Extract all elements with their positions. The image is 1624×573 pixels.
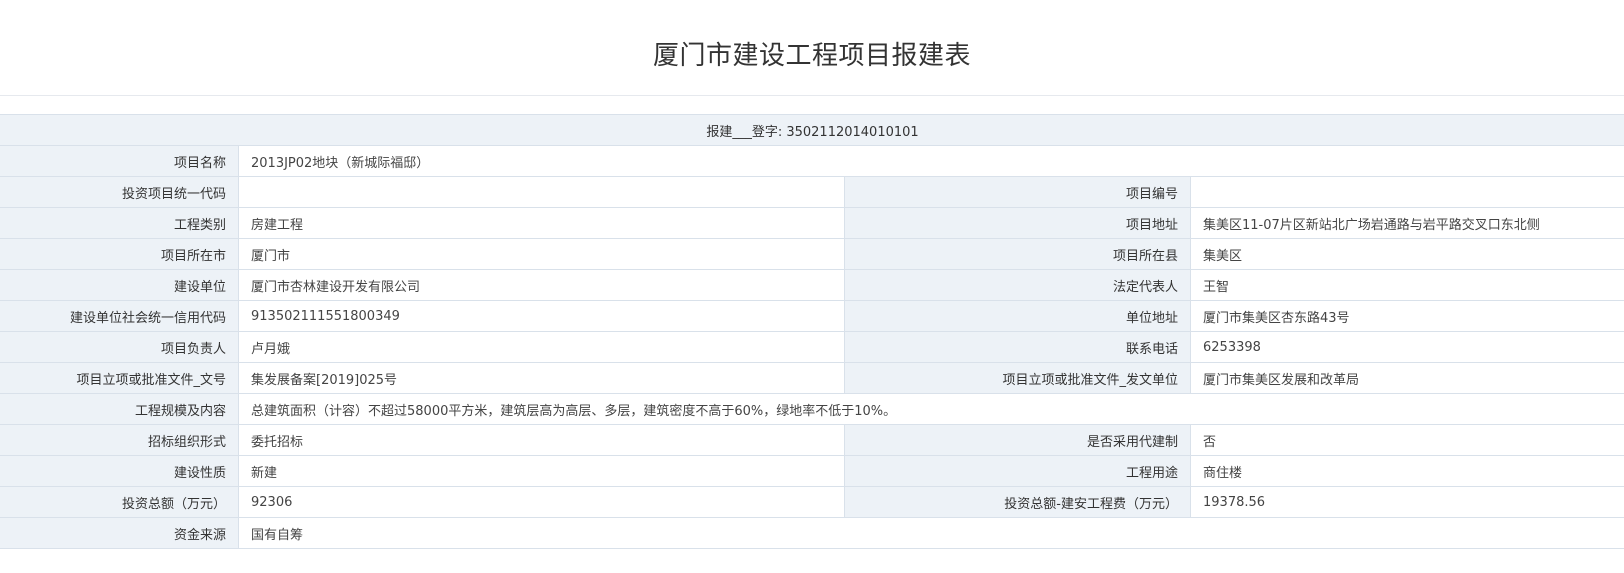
table-row: 投资总额（万元） 92306 投资总额-建安工程费（万元） 19378.56: [0, 486, 1624, 518]
field-value: 19378.56: [1190, 486, 1624, 518]
field-label: 工程类别: [0, 207, 239, 239]
field-label: 招标组织形式: [0, 424, 239, 456]
table-row: 项目名称 2013JP02地块（新城际福邸）: [0, 145, 1624, 177]
field-value: 厦门市集美区发展和改革局: [1190, 362, 1624, 394]
field-value: 92306: [238, 486, 845, 518]
field-value: 2013JP02地块（新城际福邸）: [238, 145, 1624, 177]
field-label: 是否采用代建制: [844, 424, 1191, 456]
field-value: 王智: [1190, 269, 1624, 301]
field-label: 项目编号: [844, 176, 1191, 208]
field-value: 厦门市杏林建设开发有限公司: [238, 269, 845, 301]
title-area: 厦门市建设工程项目报建表: [0, 0, 1624, 96]
field-value: 新建: [238, 455, 845, 487]
field-label: 法定代表人: [844, 269, 1191, 301]
field-label: 项目地址: [844, 207, 1191, 239]
field-label: 建设性质: [0, 455, 239, 487]
field-value: 913502111551800349: [238, 300, 845, 332]
field-value: 国有自筹: [238, 517, 1624, 549]
field-value: 房建工程: [238, 207, 845, 239]
field-label: 建设单位: [0, 269, 239, 301]
field-value: [238, 176, 845, 208]
field-label: 项目所在市: [0, 238, 239, 270]
field-value: 否: [1190, 424, 1624, 456]
field-label: 工程规模及内容: [0, 393, 239, 425]
table-row: 项目所在市 厦门市 项目所在县 集美区: [0, 238, 1624, 270]
page: 厦门市建设工程项目报建表 报建___登字: 3502112014010101 项…: [0, 0, 1624, 573]
field-label: 项目立项或批准文件_文号: [0, 362, 239, 394]
field-label: 单位地址: [844, 300, 1191, 332]
field-label: 项目所在县: [844, 238, 1191, 270]
field-value: 商住楼: [1190, 455, 1624, 487]
project-registration-table: 报建___登字: 3502112014010101 项目名称 2013JP02地…: [0, 114, 1624, 549]
field-label: 工程用途: [844, 455, 1191, 487]
table-row: 资金来源 国有自筹: [0, 517, 1624, 549]
field-label: 项目负责人: [0, 331, 239, 363]
table-row: 项目立项或批准文件_文号 集发展备案[2019]025号 项目立项或批准文件_发…: [0, 362, 1624, 394]
table-row: 建设单位 厦门市杏林建设开发有限公司 法定代表人 王智: [0, 269, 1624, 301]
field-label: 建设单位社会统一信用代码: [0, 300, 239, 332]
table-row: 招标组织形式 委托招标 是否采用代建制 否: [0, 424, 1624, 456]
field-value: 总建筑面积（计容）不超过58000平方米，建筑层高为高层、多层，建筑密度不高于6…: [238, 393, 1624, 425]
table-row: 工程规模及内容 总建筑面积（计容）不超过58000平方米，建筑层高为高层、多层，…: [0, 393, 1624, 425]
field-label: 投资总额（万元）: [0, 486, 239, 518]
field-label: 联系电话: [844, 331, 1191, 363]
field-value: 集美区: [1190, 238, 1624, 270]
registration-number: 3502112014010101: [786, 124, 919, 140]
table-row: 工程类别 房建工程 项目地址 集美区11-07片区新站北广场岩通路与岩平路交叉口…: [0, 207, 1624, 239]
field-label: 资金来源: [0, 517, 239, 549]
registration-label: 报建___登字:: [706, 124, 783, 140]
table-row: 项目负责人 卢月娥 联系电话 6253398: [0, 331, 1624, 363]
field-value: [1190, 176, 1624, 208]
field-label: 投资总额-建安工程费（万元）: [844, 486, 1191, 518]
field-label: 项目立项或批准文件_发文单位: [844, 362, 1191, 394]
field-value: 委托招标: [238, 424, 845, 456]
field-value: 厦门市集美区杏东路43号: [1190, 300, 1624, 332]
table-row: 投资项目统一代码 项目编号: [0, 176, 1624, 208]
table-row: 建设单位社会统一信用代码 913502111551800349 单位地址 厦门市…: [0, 300, 1624, 332]
field-value: 卢月娥: [238, 331, 845, 363]
field-value: 集发展备案[2019]025号: [238, 362, 845, 394]
field-label: 项目名称: [0, 145, 239, 177]
registration-row: 报建___登字: 3502112014010101: [0, 114, 1624, 146]
field-label: 投资项目统一代码: [0, 176, 239, 208]
page-title: 厦门市建设工程项目报建表: [652, 41, 971, 71]
registration-cell: 报建___登字: 3502112014010101: [0, 114, 1624, 146]
field-value: 集美区11-07片区新站北广场岩通路与岩平路交叉口东北侧: [1190, 207, 1624, 239]
table-row: 建设性质 新建 工程用途 商住楼: [0, 455, 1624, 487]
field-value: 6253398: [1190, 331, 1624, 363]
field-value: 厦门市: [238, 238, 845, 270]
